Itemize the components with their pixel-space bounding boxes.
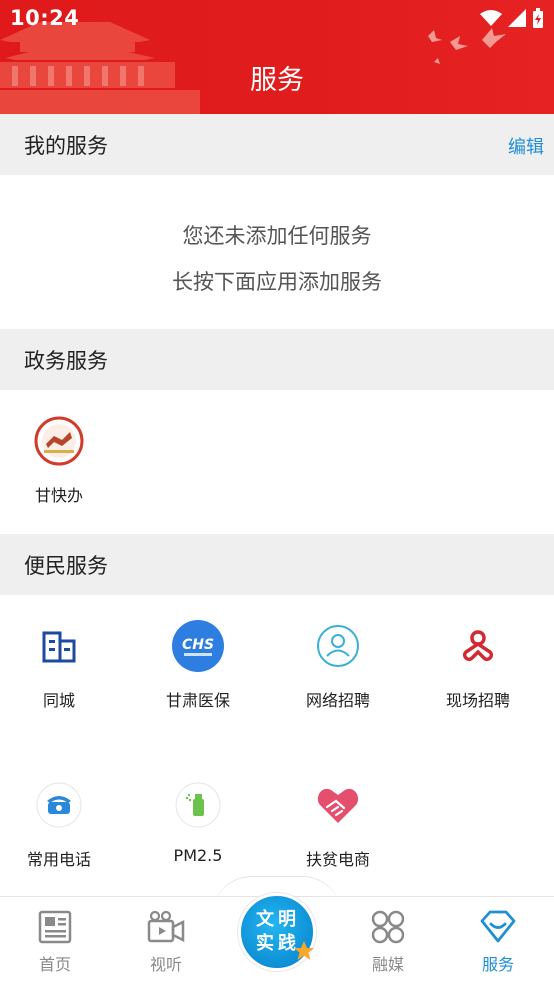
service-item-gansu-yibao[interactable]: CHS 甘肃医保 bbox=[129, 619, 267, 711]
edit-button[interactable]: 编辑 bbox=[508, 133, 544, 159]
page-title: 服务 bbox=[250, 65, 304, 96]
my-services-header: 我的服务 编辑 bbox=[0, 114, 554, 175]
nav-item-services[interactable]: 服务 bbox=[453, 909, 543, 975]
empty-hint-line2: 长按下面应用添加服务 bbox=[172, 270, 382, 294]
nav-item-media[interactable]: 融媒 bbox=[343, 909, 433, 975]
service-label: 常用电话 bbox=[26, 850, 91, 869]
nav-label: 视听 bbox=[149, 955, 182, 974]
heart-handshake-icon bbox=[311, 778, 365, 832]
service-label: 现场招聘 bbox=[445, 691, 510, 710]
public-services-header: 便民服务 bbox=[0, 534, 554, 595]
video-camera-icon bbox=[147, 910, 185, 943]
service-label: 网络招聘 bbox=[305, 691, 370, 710]
wifi-icon bbox=[480, 10, 502, 26]
signal-icon bbox=[508, 9, 526, 27]
status-icons bbox=[480, 8, 544, 28]
service-item-xianchang-zhaopin[interactable]: 现场招聘 bbox=[409, 619, 547, 711]
nav-label: 融媒 bbox=[371, 955, 404, 974]
service-item-pm25[interactable]: PM2.5 bbox=[129, 778, 267, 865]
service-label: 甘肃医保 bbox=[165, 691, 230, 710]
service-label: 甘快办 bbox=[34, 486, 83, 505]
service-label: 扶贫电商 bbox=[305, 850, 370, 869]
status-time: 10:24 bbox=[10, 6, 80, 30]
nav-label: 首页 bbox=[38, 955, 71, 974]
service-item-fupin-dianshang[interactable]: 扶贫电商 bbox=[269, 778, 407, 870]
gov-services-title: 政务服务 bbox=[24, 349, 108, 373]
chs-badge-text: CHS bbox=[182, 637, 214, 653]
wenming-shijian-button[interactable]: 文明 实践 bbox=[238, 893, 316, 971]
my-services-title: 我的服务 bbox=[24, 134, 108, 158]
service-item-wangluo-zhaopin[interactable]: 网络招聘 bbox=[269, 619, 407, 711]
service-label: 同城 bbox=[42, 691, 75, 710]
service-item-tongcheng[interactable]: 同城 bbox=[0, 619, 128, 711]
newspaper-icon bbox=[38, 910, 72, 944]
knot-icon bbox=[451, 619, 505, 673]
star-icon bbox=[294, 941, 314, 960]
chs-logo-icon: CHS bbox=[171, 619, 225, 673]
service-item-gankuaiban[interactable]: 甘快办 bbox=[0, 414, 128, 506]
battery-icon bbox=[533, 8, 543, 28]
service-label: PM2.5 bbox=[173, 846, 223, 865]
gankuaiban-logo-icon bbox=[32, 414, 86, 468]
heart-diamond-icon bbox=[480, 910, 516, 943]
spray-icon bbox=[171, 778, 225, 832]
bottom-nav: 首页 视听 文明 实践 融媒 服务 bbox=[0, 893, 554, 985]
center-line1: 文明 bbox=[256, 909, 300, 930]
user-circle-icon bbox=[311, 619, 365, 673]
nav-item-video[interactable]: 视听 bbox=[121, 909, 211, 975]
service-item-changyong-dianhua[interactable]: 常用电话 bbox=[0, 778, 128, 870]
grid-icon bbox=[371, 910, 405, 944]
public-services-title: 便民服务 bbox=[24, 554, 108, 578]
header: 10:24 服务 bbox=[0, 0, 554, 114]
empty-hint-line1: 您还未添加任何服务 bbox=[182, 224, 372, 248]
telephone-icon bbox=[32, 778, 86, 832]
gov-services-header: 政务服务 bbox=[0, 329, 554, 390]
nav-label: 服务 bbox=[481, 955, 514, 974]
building-icon bbox=[32, 619, 86, 673]
nav-item-home[interactable]: 首页 bbox=[10, 909, 100, 975]
